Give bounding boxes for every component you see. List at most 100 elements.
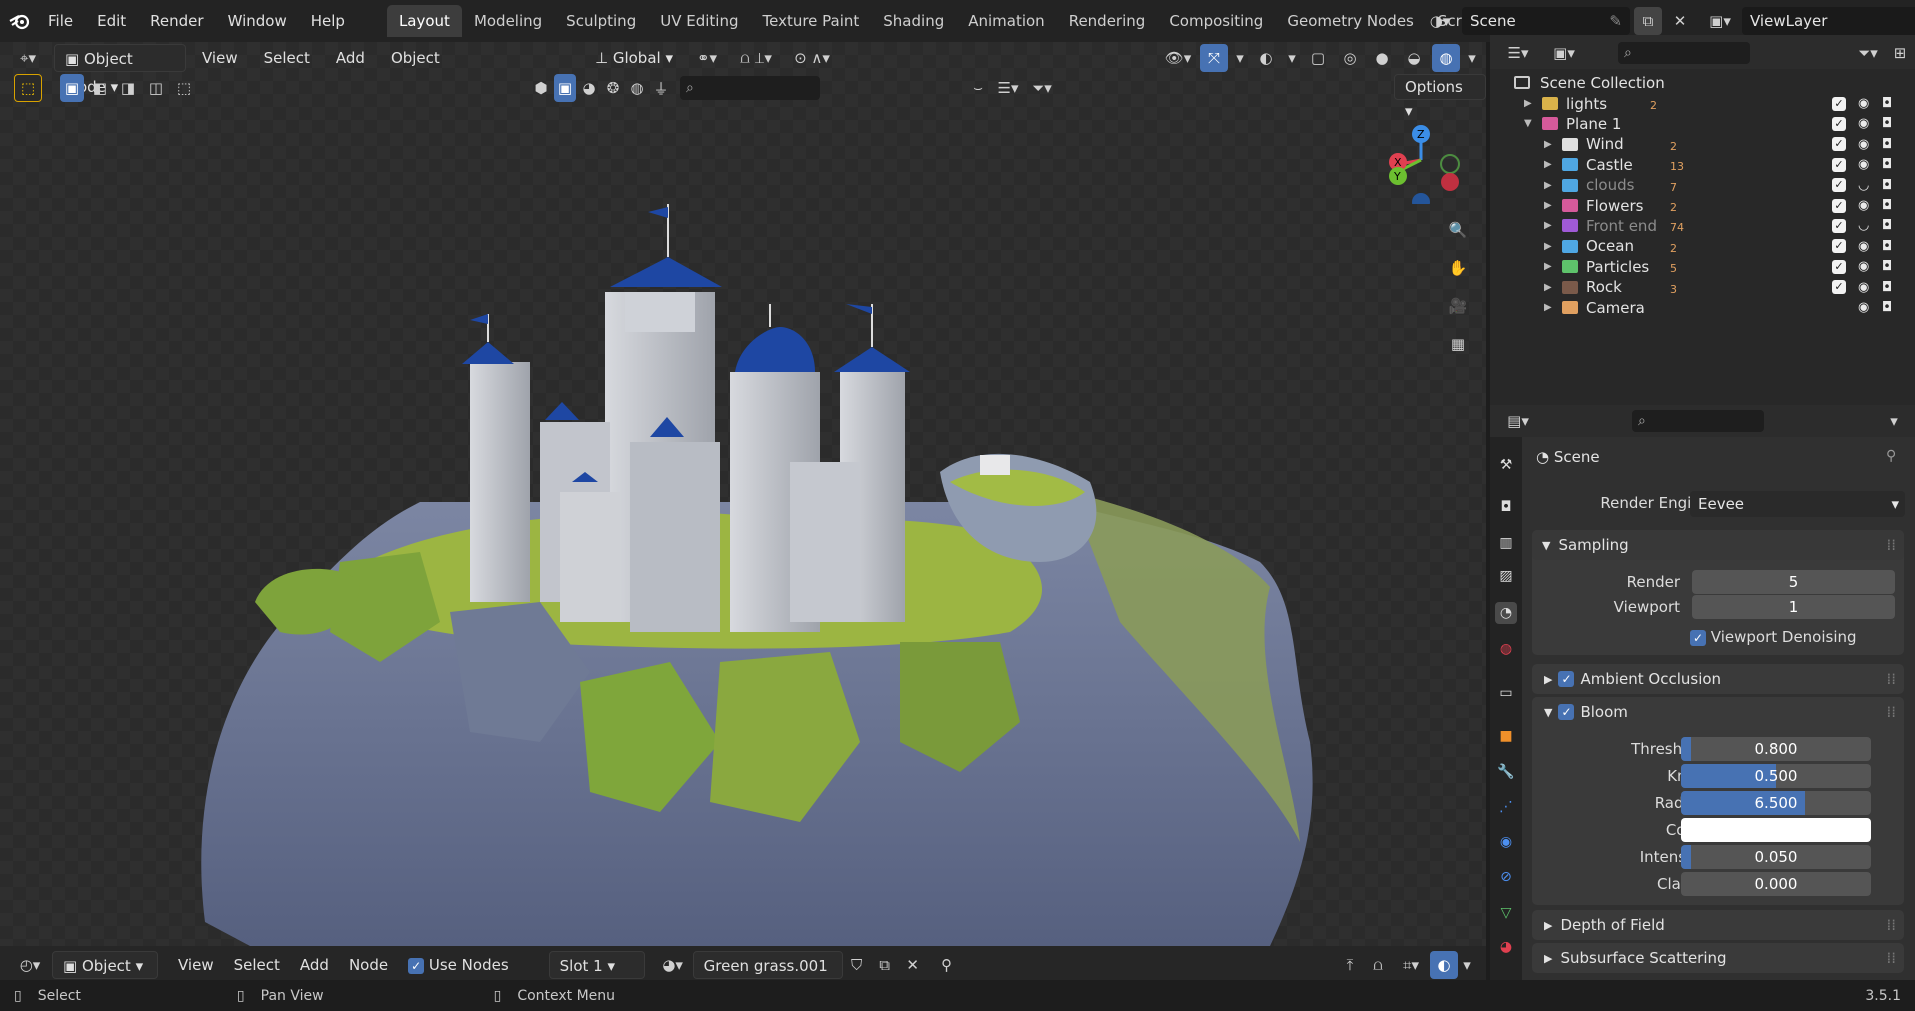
- viewport-samples-field[interactable]: 1: [1692, 595, 1895, 619]
- exclude-checkbox[interactable]: ✓: [1832, 280, 1846, 295]
- tab-compositing[interactable]: Compositing: [1157, 5, 1275, 37]
- visibility-eye-icon[interactable]: ◉: [1858, 239, 1869, 254]
- node-snap-icon[interactable]: ⩍: [1364, 951, 1392, 979]
- visibility-eye-icon[interactable]: ◉: [1858, 300, 1869, 315]
- render-tab-icon[interactable]: ◘: [1495, 496, 1517, 518]
- parent-node-icon[interactable]: ⤒: [1336, 951, 1364, 979]
- modifier-tab-icon[interactable]: 🔧: [1495, 761, 1517, 783]
- knee-slider[interactable]: 0.500: [1681, 764, 1871, 788]
- render-camera-icon[interactable]: ◘: [1882, 96, 1892, 111]
- expand-icon[interactable]: ▼: [1524, 118, 1536, 129]
- node-overlay-icon[interactable]: ◐: [1430, 951, 1458, 979]
- visibility-eye-icon[interactable]: ◉: [1858, 137, 1869, 152]
- tab-animation[interactable]: Animation: [956, 5, 1056, 37]
- node-menu-select[interactable]: Select: [224, 951, 290, 979]
- scene-tab-icon[interactable]: ◔: [1495, 602, 1517, 624]
- visibility-eye-icon[interactable]: ◉: [1858, 198, 1869, 213]
- exclude-checkbox[interactable]: ✓: [1832, 178, 1846, 193]
- subsurface-header[interactable]: ▶ Subsurface Scattering ⁞⁞: [1532, 943, 1904, 973]
- material-name-field[interactable]: Green grass.001: [692, 951, 843, 979]
- expand-icon[interactable]: ▶: [1544, 241, 1556, 252]
- node-menu-view[interactable]: View: [168, 951, 224, 979]
- sampling-header[interactable]: ▼ Sampling ⁞⁞: [1532, 530, 1904, 560]
- display-mode-icon[interactable]: ▣▾: [1546, 39, 1582, 67]
- node-menu-node[interactable]: Node: [339, 951, 398, 979]
- render-camera-icon[interactable]: ◘: [1882, 259, 1892, 274]
- exclude-checkbox[interactable]: ✓: [1832, 96, 1846, 111]
- render-camera-icon[interactable]: ◘: [1882, 157, 1892, 172]
- visibility-eye-icon[interactable]: ◉: [1858, 259, 1869, 274]
- physics-tab-icon[interactable]: ◉: [1495, 831, 1517, 853]
- tab-texture-paint[interactable]: Texture Paint: [750, 5, 871, 37]
- material-browse-icon[interactable]: ◕▾: [653, 951, 693, 979]
- expand-icon[interactable]: ▶: [1544, 302, 1556, 313]
- node-overlay-dropdown-icon[interactable]: ▾: [1458, 951, 1476, 979]
- render-engine-dropdown[interactable]: Eevee ▾: [1690, 491, 1905, 517]
- blender-logo-icon[interactable]: [4, 7, 36, 35]
- properties-editor-icon[interactable]: ▤▾: [1500, 407, 1536, 435]
- expand-icon[interactable]: ▶: [1544, 200, 1556, 211]
- drag-handle-icon[interactable]: ⁞⁞: [1886, 703, 1896, 721]
- expand-icon[interactable]: ▶: [1544, 139, 1556, 150]
- use-nodes-checkbox[interactable]: ✓ Use Nodes: [398, 951, 519, 979]
- tab-layout[interactable]: Layout: [386, 5, 462, 37]
- outliner-editor-icon[interactable]: ☰▾: [1500, 39, 1536, 67]
- expand-icon[interactable]: ▶: [1544, 220, 1556, 231]
- render-samples-field[interactable]: 5: [1692, 570, 1895, 594]
- data-tab-icon[interactable]: ▽: [1495, 902, 1517, 924]
- bloom-checkbox[interactable]: ✓: [1558, 704, 1575, 720]
- render-camera-icon[interactable]: ◘: [1882, 280, 1892, 295]
- drag-handle-icon[interactable]: ⁞⁞: [1886, 670, 1896, 688]
- bloom-color-swatch[interactable]: [1681, 818, 1871, 842]
- pin-material-icon[interactable]: ⚲: [933, 951, 961, 979]
- menu-help[interactable]: Help: [299, 6, 357, 36]
- delete-scene-icon[interactable]: ✕: [1666, 7, 1694, 35]
- camera-view-icon[interactable]: 🎥: [1444, 292, 1472, 320]
- material-tab-icon[interactable]: ◕: [1495, 936, 1517, 958]
- zoom-icon[interactable]: 🔍: [1444, 216, 1472, 244]
- view-layer-tab-icon[interactable]: ▨: [1495, 565, 1517, 587]
- properties-options-icon[interactable]: ▾: [1880, 407, 1908, 435]
- scene-name-field[interactable]: Scene ✎: [1462, 7, 1630, 35]
- visibility-eye-icon[interactable]: ◡: [1858, 218, 1869, 233]
- expand-icon[interactable]: ▶: [1544, 261, 1556, 272]
- expand-icon[interactable]: ▶: [1524, 98, 1536, 109]
- menu-render[interactable]: Render: [138, 6, 215, 36]
- pin-context-icon[interactable]: ⚲: [1886, 448, 1896, 464]
- outliner-item[interactable]: ▶ Camera ◉ ◘: [1490, 295, 1915, 320]
- menu-edit[interactable]: Edit: [85, 6, 138, 36]
- object-tab-icon[interactable]: ■: [1495, 725, 1517, 747]
- drag-handle-icon[interactable]: ⁞⁞: [1886, 536, 1896, 554]
- exclude-checkbox[interactable]: ✓: [1832, 218, 1846, 233]
- exclude-checkbox[interactable]: ✓: [1832, 157, 1846, 172]
- particles-tab-icon[interactable]: ⋰: [1495, 796, 1517, 818]
- exclude-checkbox[interactable]: ✓: [1832, 259, 1846, 274]
- depth-of-field-header[interactable]: ▶ Depth of Field ⁞⁞: [1532, 910, 1904, 940]
- visibility-eye-icon[interactable]: ◡: [1858, 178, 1869, 193]
- drag-handle-icon[interactable]: ⁞⁞: [1886, 916, 1896, 934]
- ao-checkbox[interactable]: ✓: [1558, 671, 1575, 687]
- viewport-denoising-checkbox[interactable]: ✓ Viewport Denoising: [1690, 628, 1857, 646]
- tool-tab-icon[interactable]: ⚒: [1495, 454, 1517, 476]
- tab-modeling[interactable]: Modeling: [462, 5, 554, 37]
- intensity-slider[interactable]: 0.050: [1681, 845, 1871, 869]
- fake-user-icon[interactable]: ⛉: [843, 951, 871, 979]
- exclude-checkbox[interactable]: ✓: [1832, 198, 1846, 213]
- exclude-checkbox[interactable]: ✓: [1832, 239, 1846, 254]
- exclude-checkbox[interactable]: ✓: [1832, 116, 1846, 131]
- tab-rendering[interactable]: Rendering: [1057, 5, 1158, 37]
- render-camera-icon[interactable]: ◘: [1882, 218, 1892, 233]
- node-menu-add[interactable]: Add: [290, 951, 339, 979]
- expand-icon[interactable]: ▶: [1544, 180, 1556, 191]
- visibility-eye-icon[interactable]: ◉: [1858, 157, 1869, 172]
- bloom-header[interactable]: ▼ ✓ Bloom ⁞⁞: [1532, 697, 1904, 727]
- constraints-tab-icon[interactable]: ⊘: [1495, 866, 1517, 888]
- slot-dropdown[interactable]: Slot 1 ▾: [548, 951, 645, 979]
- exclude-checkbox[interactable]: ✓: [1832, 137, 1846, 152]
- properties-search-input[interactable]: ⌕: [1632, 410, 1764, 432]
- new-scene-icon[interactable]: ⧉: [1634, 7, 1662, 35]
- expand-icon[interactable]: ▶: [1544, 159, 1556, 170]
- outliner-search-input[interactable]: ⌕: [1618, 42, 1750, 64]
- tab-uv-editing[interactable]: UV Editing: [648, 5, 750, 37]
- 3d-viewport[interactable]: ⌖▾ ▣ Object Mode ▾ View Select Add Objec…: [0, 42, 1486, 946]
